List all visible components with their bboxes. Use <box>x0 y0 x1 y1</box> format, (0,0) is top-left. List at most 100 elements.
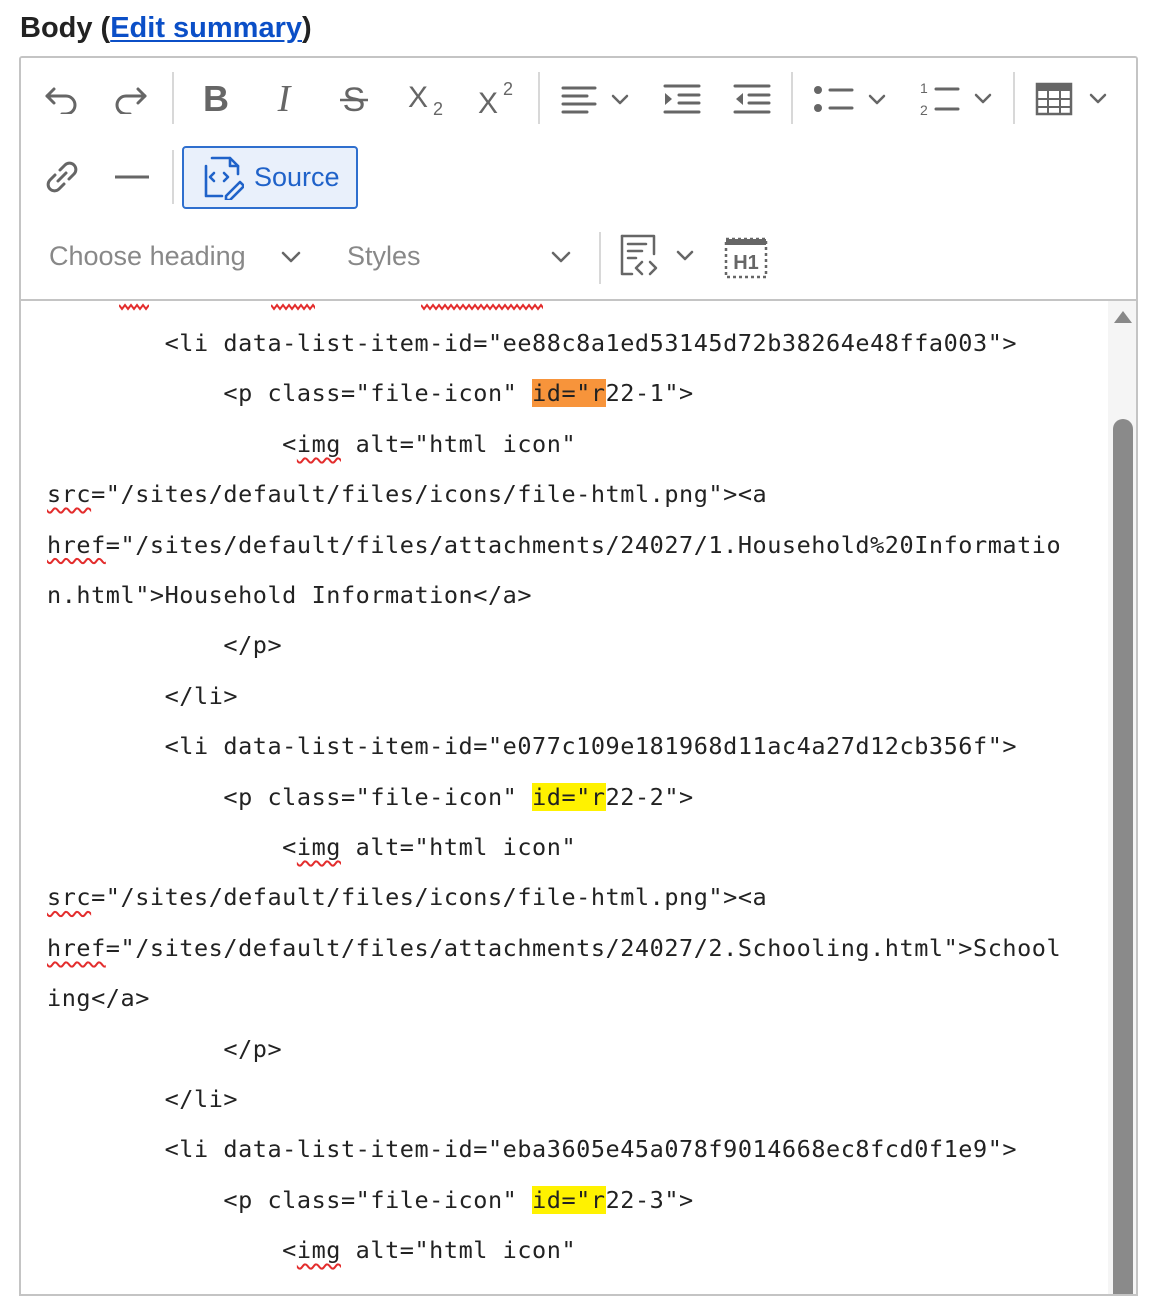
spelling-error-word: img <box>296 1236 341 1265</box>
bulleted-list-dropdown[interactable] <box>807 76 893 122</box>
code-line: n.html">Household Information</a> <box>47 570 532 620</box>
code-text: < <box>282 1236 297 1265</box>
code-line: <li data-list-item-id="eba3605e45a078f90… <box>47 1124 1017 1174</box>
code-text: </li> <box>164 681 239 710</box>
scroll-thumb[interactable] <box>1113 419 1133 1294</box>
scroll-up-arrow-icon[interactable] <box>1114 311 1132 323</box>
vertical-scrollbar[interactable] <box>1108 301 1136 1294</box>
editor-toolbar: B I S X2 X2 12 Source Choose heading Sty… <box>21 58 1136 301</box>
source-button[interactable]: Source <box>182 146 358 209</box>
svg-text:I: I <box>277 82 293 116</box>
code-line: ing</a> <box>47 973 150 1023</box>
code-text: ="/sites/default/files/attachments/24027… <box>105 933 1062 962</box>
svg-text:X: X <box>408 81 428 114</box>
toolbar-separator <box>538 72 540 124</box>
code-text: ="/sites/default/files/attachments/24027… <box>105 530 1062 559</box>
code-text: alt="html icon" <box>340 429 577 458</box>
code-line: src="/sites/default/files/icons/file-htm… <box>47 469 767 519</box>
indent-icon[interactable] <box>657 76 705 122</box>
spelling-squiggle <box>271 303 315 311</box>
styles-dropdown[interactable]: Styles <box>347 226 577 286</box>
heading-dropdown[interactable]: Choose heading <box>49 226 309 286</box>
open-paren: ( <box>92 12 111 44</box>
toolbar-separator <box>1013 72 1015 124</box>
superscript-icon[interactable]: X2 <box>471 72 521 124</box>
spelling-error-word: href <box>47 933 106 962</box>
code-text: < <box>282 833 297 861</box>
code-line: <p class="file-icon" id="r22-2"> <box>47 772 694 822</box>
code-text: ="/sites/default/files/icons/file-html.p… <box>91 883 768 912</box>
insert-table-dropdown[interactable] <box>1029 76 1113 122</box>
numbered-list-dropdown[interactable]: 12 <box>913 76 999 122</box>
strikethrough-icon[interactable]: S <box>331 74 377 124</box>
code-text: <p class="file-icon" <box>223 1185 533 1214</box>
toolbar-separator <box>172 72 174 124</box>
subscript-icon[interactable]: X2 <box>401 74 451 124</box>
spelling-squiggle <box>119 303 149 311</box>
spelling-error-word: href <box>47 530 106 559</box>
edit-summary-link[interactable]: Edit summary <box>110 12 302 44</box>
code-line: href="/sites/default/files/attachments/2… <box>47 520 1061 570</box>
bold-icon[interactable]: B <box>193 74 239 124</box>
code-line: </p> <box>47 620 282 670</box>
code-text: 22-3"> <box>605 1185 694 1214</box>
code-line: </li> <box>47 671 238 721</box>
search-match: id="r <box>532 1185 606 1214</box>
horizontal-line-icon[interactable] <box>109 154 155 200</box>
spelling-error-word: img <box>296 429 341 458</box>
svg-text:2: 2 <box>433 99 443 119</box>
source-code-editor[interactable]: <li data-list-item-id="ee88c8a1ed53145d7… <box>21 301 1107 1294</box>
heading-1-icon[interactable]: H1 <box>721 234 771 284</box>
svg-text:B: B <box>203 82 229 116</box>
field-label: Body (Edit summary) <box>20 12 312 48</box>
close-paren: ) <box>302 12 312 44</box>
svg-text:H1: H1 <box>733 252 759 274</box>
spelling-error-word: src <box>47 883 92 912</box>
code-text: <p class="file-icon" <box>223 782 533 811</box>
align-left-icon <box>561 86 629 114</box>
outdent-icon[interactable] <box>727 76 775 122</box>
svg-text:2: 2 <box>920 102 928 117</box>
table-icon <box>1035 82 1107 116</box>
code-line: </li> <box>47 1074 238 1124</box>
undo-icon[interactable] <box>39 76 85 122</box>
field-label-text: Body <box>20 12 93 44</box>
code-line: href="/sites/default/files/attachments/2… <box>47 923 1061 973</box>
redo-icon[interactable] <box>107 76 153 122</box>
rich-text-editor: B I S X2 X2 12 Source Choose heading Sty… <box>19 56 1138 1296</box>
code-line: <img alt="html icon" <box>47 822 576 872</box>
chevron-down-icon <box>551 251 571 263</box>
bulleted-list-icon <box>814 86 886 112</box>
toolbar-separator <box>599 232 601 284</box>
code-text: ing</a> <box>47 984 150 1013</box>
code-block-dropdown[interactable] <box>615 232 701 282</box>
code-text: <li data-list-item-id="e077c109e181968d1… <box>164 732 1018 761</box>
source-edit-icon <box>202 156 244 200</box>
spelling-error-word: img <box>296 833 341 861</box>
code-text: ="/sites/default/files/icons/file-html.p… <box>91 480 768 509</box>
code-text: < <box>282 429 297 458</box>
toolbar-separator <box>172 150 174 204</box>
link-icon[interactable] <box>39 154 85 200</box>
spelling-error-word: src <box>47 480 92 509</box>
styles-dropdown-label: Styles <box>347 240 421 271</box>
code-text: </li> <box>164 1085 239 1113</box>
svg-text:X: X <box>478 87 498 119</box>
italic-icon[interactable]: I <box>261 74 307 124</box>
code-text: </p> <box>223 631 283 660</box>
code-block-icon <box>620 234 694 276</box>
chevron-down-icon <box>281 251 301 263</box>
code-text: <p class="file-icon" <box>223 379 533 408</box>
code-line: <li data-list-item-id="e077c109e181968d1… <box>47 721 1017 771</box>
svg-text:1: 1 <box>920 81 928 96</box>
alignment-dropdown[interactable] <box>555 76 639 122</box>
code-line: src="/sites/default/files/icons/file-htm… <box>47 872 767 922</box>
code-text: alt="html icon" <box>340 1236 577 1265</box>
code-text: alt="html icon" <box>340 833 577 861</box>
code-text: <li data-list-item-id="eba3605e45a078f90… <box>164 1135 1018 1164</box>
svg-text:2: 2 <box>503 79 513 99</box>
code-line: <img alt="html icon" <box>47 419 576 469</box>
code-line: <p class="file-icon" id="r22-1"> <box>47 368 694 418</box>
heading-dropdown-label: Choose heading <box>49 240 246 271</box>
code-line: <li data-list-item-id="ee88c8a1ed53145d7… <box>47 318 1017 368</box>
